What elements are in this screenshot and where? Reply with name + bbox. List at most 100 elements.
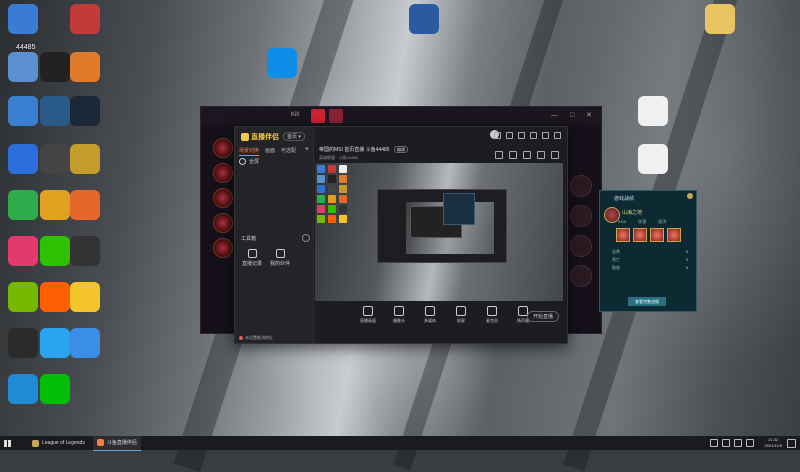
share-icon[interactable]	[495, 151, 503, 159]
tool-partner[interactable]: 我的伙伴	[267, 249, 293, 267]
desktop-icon[interactable]	[262, 48, 302, 78]
record-icon	[247, 249, 257, 258]
desktop-icon[interactable]	[65, 144, 105, 174]
champion-name: 山海之地	[622, 210, 643, 216]
minimize-icon[interactable]	[530, 132, 537, 139]
champion-icon[interactable]	[213, 163, 233, 183]
desktop-icon[interactable]	[700, 4, 740, 34]
window-controls[interactable]: — □ ✕	[551, 111, 597, 119]
slot-icon[interactable]	[570, 175, 592, 197]
control-mic[interactable]: 麦克风	[481, 306, 503, 324]
maximize-icon[interactable]	[542, 132, 549, 139]
desktop-icon[interactable]	[404, 4, 444, 34]
desktop-icon[interactable]	[65, 190, 105, 220]
close-icon[interactable]	[554, 132, 561, 139]
app-icon	[317, 215, 325, 223]
slot-icon[interactable]	[570, 205, 592, 227]
control-label: 多媒体	[424, 318, 436, 323]
settings-icon[interactable]	[518, 132, 525, 139]
champion-icon[interactable]	[213, 138, 233, 158]
more-icon[interactable]	[551, 151, 559, 159]
desktop-icon[interactable]	[633, 144, 673, 174]
clock-date: 2021/11/9	[764, 443, 783, 448]
desktop-icon[interactable]	[3, 4, 43, 34]
champion-icon[interactable]	[213, 213, 233, 233]
chevron-up-icon[interactable]	[710, 439, 718, 447]
control-label: 投屏	[457, 318, 465, 323]
desktop-icon[interactable]	[65, 236, 105, 266]
start-button[interactable]	[0, 436, 14, 450]
ime-icon[interactable]	[746, 439, 754, 447]
windows-icon	[3, 439, 11, 447]
cast-icon	[456, 306, 466, 316]
tab-kda[interactable]: KDA	[618, 219, 626, 225]
close-icon[interactable]	[687, 193, 693, 199]
desktop-icon[interactable]	[65, 4, 105, 34]
scene-item[interactable]: 全屏	[239, 158, 259, 165]
match-result-popup[interactable]: 游戏战绩 山海之地 KDA 伤害 经济 击杀 5 死亡 3 助攻 6 查看完整战绩	[599, 190, 697, 312]
app-icon	[8, 96, 38, 126]
tab-scene-switch[interactable]: 场景切换	[239, 146, 260, 156]
avatar[interactable]	[311, 109, 325, 123]
champion-icon[interactable]	[213, 238, 233, 258]
streaming-app-window[interactable]: 直播伴侣 首页 ▾ 场景切换 画面 可选配 + 全屏 工具箱 直播记录 我的伙伴	[234, 126, 568, 344]
stat-row: 击杀 5	[612, 249, 688, 255]
mail-icon[interactable]	[506, 132, 513, 139]
control-media[interactable]: 多媒体	[419, 306, 441, 324]
taskbar-item-lol[interactable]: League of Legends	[28, 436, 89, 450]
lol-icon	[32, 439, 39, 447]
popup-tabs: KDA 伤害 经济	[618, 219, 666, 225]
slot-icon[interactable]	[570, 235, 592, 257]
game-client-right-panel	[567, 167, 593, 295]
taskbar-item-label: 斗鱼直播伴侣	[106, 440, 137, 446]
champion-icon[interactable]	[213, 188, 233, 208]
chat-icon[interactable]	[523, 151, 531, 159]
phone-icon[interactable]	[537, 151, 545, 159]
window-controls	[494, 132, 561, 139]
desktop-icon[interactable]	[65, 52, 105, 82]
tab-damage[interactable]: 伤害	[638, 219, 646, 225]
eye-icon[interactable]	[239, 158, 246, 165]
control-screen[interactable]: 直播画面	[357, 306, 379, 324]
avatar[interactable]	[329, 109, 343, 123]
app-icon	[328, 175, 336, 183]
control-cast[interactable]: 投屏	[450, 306, 472, 324]
tool-record[interactable]: 直播记录	[239, 249, 265, 267]
desktop-icon[interactable]	[65, 282, 105, 312]
stream-preview[interactable]	[315, 163, 563, 301]
view-full-stats-button[interactable]: 查看完整战绩	[628, 297, 666, 306]
edit-room-button[interactable]: 编辑	[393, 146, 408, 153]
desktop-icon[interactable]	[65, 96, 105, 126]
steam-icon	[70, 96, 100, 126]
tab-options[interactable]: 可选配	[281, 146, 296, 156]
app-icon	[328, 195, 336, 203]
toolbox-toggle[interactable]	[302, 234, 310, 242]
tab-gold[interactable]: 经济	[658, 219, 666, 225]
app-icon	[339, 185, 347, 193]
home-dropdown[interactable]: 首页 ▾	[283, 132, 305, 141]
start-live-button[interactable]: 开始直播	[526, 311, 559, 322]
app-icon	[339, 215, 347, 223]
add-scene-button[interactable]: +	[305, 146, 309, 153]
skin-icon[interactable]	[494, 132, 501, 139]
notification-icon[interactable]	[787, 439, 796, 448]
game-client-titlebar[interactable]: Kill	[201, 107, 601, 125]
warning-icon	[239, 336, 243, 340]
tab-canvas[interactable]: 画面	[265, 146, 275, 156]
app-icon	[328, 205, 336, 213]
control-camera[interactable]: 摄像头	[388, 306, 410, 324]
volume-icon[interactable]	[734, 439, 742, 447]
taskbar-item-douyu[interactable]: 斗鱼直播伴侣	[92, 435, 141, 451]
gift-icon[interactable]	[509, 151, 517, 159]
stats-table: 击杀 5 死亡 3 助攻 6	[612, 249, 688, 273]
desktop-icon[interactable]	[65, 328, 105, 358]
desktop-icon[interactable]	[633, 96, 673, 126]
slot-icon[interactable]	[570, 265, 592, 287]
network-icon[interactable]	[722, 439, 730, 447]
room-subtitle: 英雄联盟 · 斗鱼44485	[319, 155, 358, 160]
clock[interactable]: 21:32 2021/11/9	[765, 437, 783, 449]
desktop-icon[interactable]	[35, 374, 75, 404]
stat-row: 助攻 6	[612, 265, 688, 271]
document-icon	[638, 96, 668, 126]
stat-value: 3	[685, 257, 688, 262]
